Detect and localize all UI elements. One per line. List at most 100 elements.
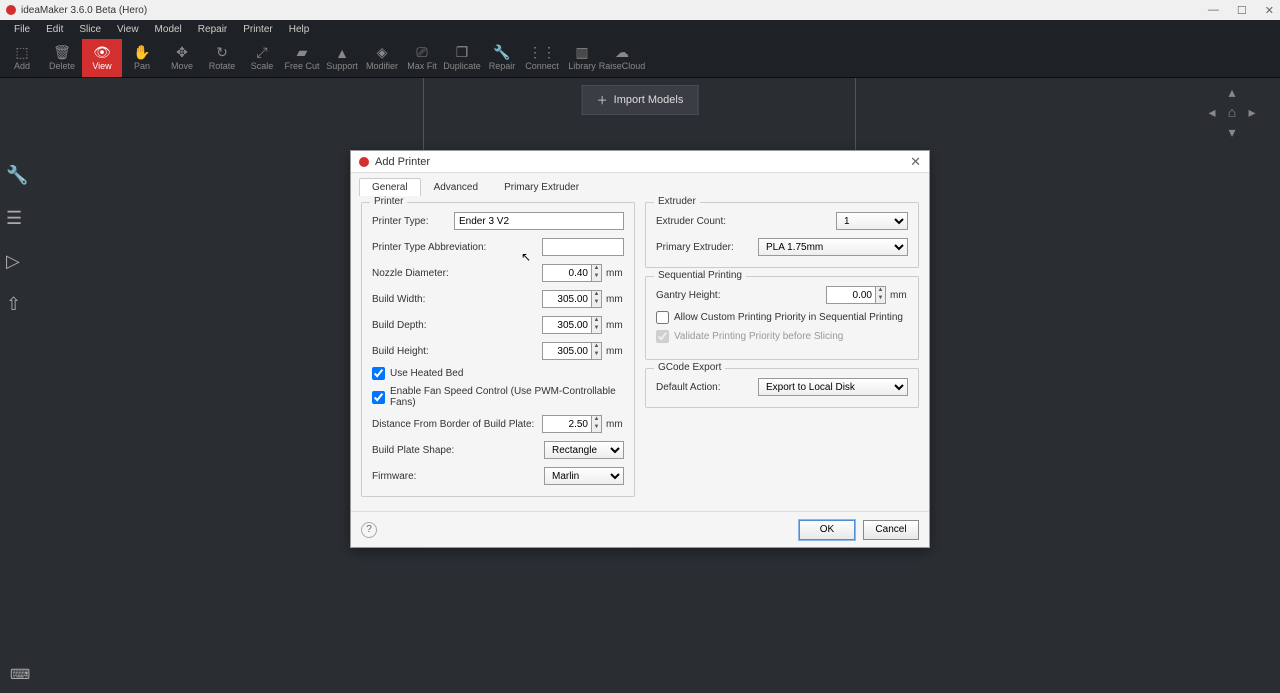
primex-label: Primary Extruder: [656,242,734,253]
nav-home-icon[interactable]: ⌂ [1228,104,1236,120]
list-icon[interactable]: ☰ [6,208,28,229]
sequential-group: Sequential Printing Gantry Height: ▲▼ mm… [645,276,919,360]
tool-raisecloud[interactable]: ☁RaiseCloud [602,39,642,77]
wrench-icon[interactable]: 🔧 [6,165,28,186]
shape-label: Build Plate Shape: [372,445,454,456]
plus-icon: ＋ [597,92,608,108]
toolbar: ⬚Add🗑Delete👁View✋Pan✥Move↻Rotate⤢Scale▰F… [0,38,1280,78]
bdepth-label: Build Depth: [372,320,426,331]
play-icon[interactable]: ▷ [6,251,28,272]
repair-icon: 🔧 [493,45,510,61]
tool-rotate[interactable]: ↻Rotate [202,39,242,77]
tool-support[interactable]: ▲Support [322,39,362,77]
dialog-logo-icon [359,157,369,167]
firmware-select[interactable]: Marlin [544,467,624,485]
ok-button[interactable]: OK [799,520,855,540]
nav-up-icon[interactable]: ▴ [1228,84,1235,101]
support-icon: ▲ [335,45,349,61]
shape-select[interactable]: Rectangle [544,441,624,459]
cancel-button[interactable]: Cancel [863,520,919,540]
dialog-close-button[interactable]: ✕ [910,154,921,170]
tool-repair[interactable]: 🔧Repair [482,39,522,77]
menu-printer[interactable]: Printer [235,24,280,35]
app-title: ideaMaker 3.6.0 Beta (Hero) [21,5,147,16]
help-button[interactable]: ? [361,522,377,538]
dialog-tabs: General Advanced Primary Extruder [351,173,929,196]
modifier-icon: ◈ [377,45,388,61]
menu-help[interactable]: Help [281,24,318,35]
tool-delete[interactable]: 🗑Delete [42,39,82,77]
validate-check [656,330,669,343]
keyboard-icon[interactable]: ⌨ [10,666,30,683]
bwidth-input[interactable] [542,290,592,308]
abbr-input[interactable] [542,238,624,256]
nav-right-icon[interactable]: ▸ [1248,104,1255,121]
defaction-select[interactable]: Export to Local Disk [758,378,908,396]
upload-icon[interactable]: ⇧ [6,294,28,315]
bdepth-spinner[interactable]: ▲▼ [592,316,602,334]
menu-view[interactable]: View [109,24,147,35]
minimize-button[interactable]: — [1208,4,1219,17]
extruder-group: Extruder Extruder Count: 1 Primary Extru… [645,202,919,268]
tool-max-fit[interactable]: ⎚Max Fit [402,39,442,77]
sequential-group-title: Sequential Printing [654,270,746,281]
nav-down-icon[interactable]: ▾ [1228,124,1235,141]
bheight-label: Build Height: [372,346,429,357]
heated-bed-checkbox[interactable]: Use Heated Bed [372,367,624,380]
close-window-button[interactable]: ✕ [1265,4,1274,17]
tool-modifier[interactable]: ◈Modifier [362,39,402,77]
tab-advanced[interactable]: Advanced [421,178,491,196]
fan-control-label: Enable Fan Speed Control (Use PWM-Contro… [390,386,624,408]
excount-label: Extruder Count: [656,216,726,227]
menu-slice[interactable]: Slice [71,24,109,35]
tool-pan[interactable]: ✋Pan [122,39,162,77]
menu-edit[interactable]: Edit [38,24,71,35]
allowcustom-label: Allow Custom Printing Priority in Sequen… [674,312,903,323]
tool-library[interactable]: ▥Library [562,39,602,77]
nozzle-label: Nozzle Diameter: [372,268,449,279]
gantry-spinner[interactable]: ▲▼ [876,286,886,304]
nav-left-icon[interactable]: ◂ [1208,104,1215,121]
excount-select[interactable]: 1 [836,212,908,230]
heated-bed-check[interactable] [372,367,385,380]
bdepth-input[interactable] [542,316,592,334]
nav-cube[interactable]: ▴ ◂ ⌂ ▸ ▾ [1202,82,1262,142]
menu-file[interactable]: File [6,24,38,35]
gantry-input[interactable] [826,286,876,304]
nozzle-spinner[interactable]: ▲▼ [592,264,602,282]
bheight-spinner[interactable]: ▲▼ [592,342,602,360]
free-cut-icon: ▰ [297,45,308,61]
maximize-button[interactable]: ☐ [1237,4,1247,17]
bheight-input[interactable] [542,342,592,360]
dist-spinner[interactable]: ▲▼ [592,415,602,433]
fan-control-check[interactable] [372,391,385,404]
tool-move[interactable]: ✥Move [162,39,202,77]
import-label: Import Models [614,94,684,106]
dist-input[interactable] [542,415,592,433]
menu-model[interactable]: Model [147,24,190,35]
window-buttons: — ☐ ✕ [1208,4,1274,17]
tool-free-cut[interactable]: ▰Free Cut [282,39,322,77]
dist-label: Distance From Border of Build Plate: [372,419,534,430]
primex-select[interactable]: PLA 1.75mm [758,238,908,256]
nozzle-input[interactable] [542,264,592,282]
menubar: File Edit Slice View Model Repair Printe… [0,20,1280,38]
add-printer-dialog: Add Printer ✕ General Advanced Primary E… [350,150,930,548]
tab-general[interactable]: General [359,178,421,196]
allowcustom-check[interactable] [656,311,669,324]
gantry-label: Gantry Height: [656,290,720,301]
tool-add[interactable]: ⬚Add [2,39,42,77]
printer-type-input[interactable] [454,212,624,230]
tab-primary-extruder[interactable]: Primary Extruder [491,178,592,196]
tool-scale[interactable]: ⤢Scale [242,39,282,77]
view-icon: 👁 [93,45,111,61]
printer-type-label: Printer Type: [372,216,429,227]
bwidth-spinner[interactable]: ▲▼ [592,290,602,308]
tool-connect[interactable]: ⋮⋮Connect [522,39,562,77]
tool-view[interactable]: 👁View [82,39,122,77]
tool-duplicate[interactable]: ❐Duplicate [442,39,482,77]
menu-repair[interactable]: Repair [190,24,235,35]
import-models-button[interactable]: ＋ Import Models [582,85,699,115]
fan-control-checkbox[interactable]: Enable Fan Speed Control (Use PWM-Contro… [372,386,624,408]
allowcustom-checkbox[interactable]: Allow Custom Printing Priority in Sequen… [656,311,908,324]
